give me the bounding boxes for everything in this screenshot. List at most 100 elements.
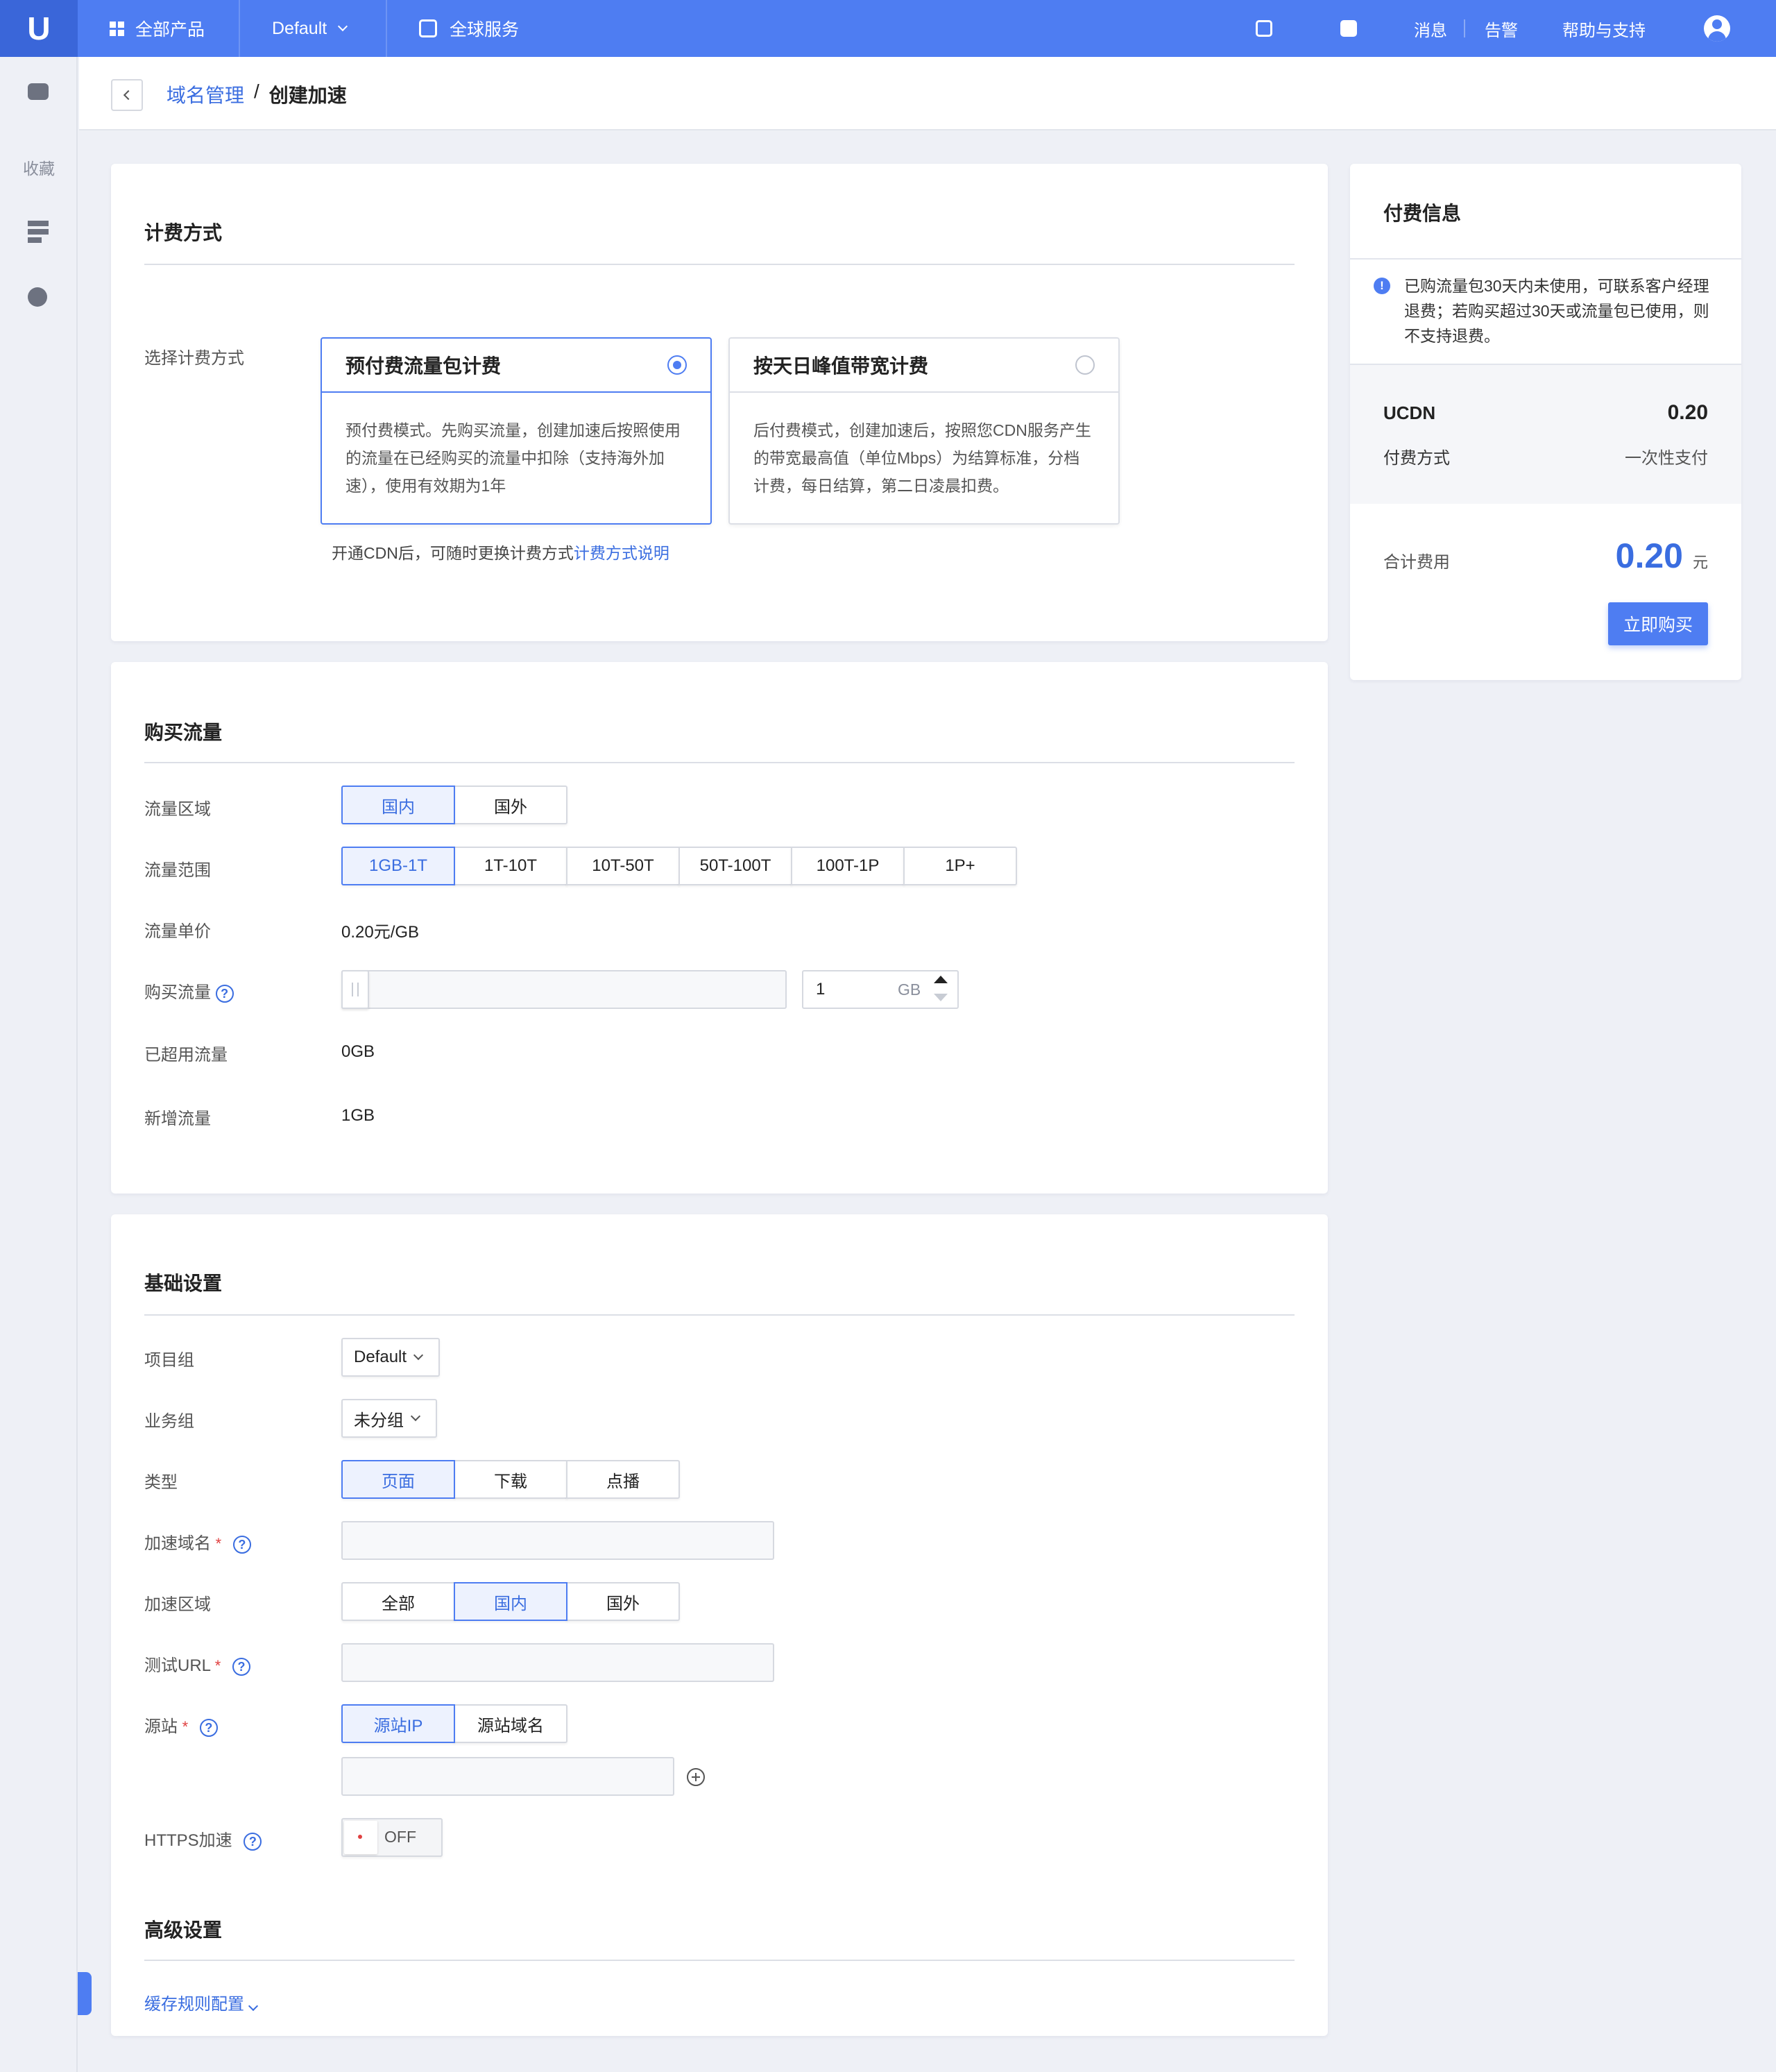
sidebar-collapse-handle[interactable]: [78, 1972, 92, 2015]
area-option[interactable]: 全部: [341, 1582, 455, 1621]
sidebar: 收藏: [0, 57, 78, 2072]
https-toggle[interactable]: OFF: [341, 1818, 443, 1857]
chevron-down-icon: [410, 1411, 421, 1422]
payment-method: 一次性支付: [1625, 449, 1708, 468]
help-icon[interactable]: ?: [244, 1832, 262, 1851]
info-icon: !: [1374, 278, 1390, 294]
traffic-amount-value: 1: [816, 980, 826, 999]
type-option[interactable]: 页面: [341, 1460, 455, 1499]
search-button[interactable]: [1256, 0, 1272, 57]
traffic-amount-stepper[interactable]: 1 GB: [802, 970, 959, 1009]
help-icon[interactable]: ?: [215, 984, 234, 1003]
basic-settings-title: 基础设置: [144, 1273, 223, 1294]
https-state: OFF: [384, 1828, 416, 1846]
range-option[interactable]: 1P+: [903, 847, 1017, 885]
region-domestic[interactable]: 国内: [341, 786, 455, 824]
type-option[interactable]: 点播: [566, 1460, 680, 1499]
origin-label: 源站 * ?: [144, 1713, 218, 1737]
refund-notice: ! 已购流量包30天内未使用，可联系客户经理退费；若购买超过30天或流量包已使用…: [1350, 260, 1741, 364]
breadcrumb: 域名管理 / 创建加速: [166, 80, 347, 108]
alerts-link[interactable]: 告警: [1485, 0, 1518, 57]
product-price: 0.20: [1667, 401, 1708, 424]
billing-card: 计费方式 选择计费方式 预付费流量包计费 预付费模式。先购买流量，创建加速后按照…: [111, 164, 1328, 641]
add-circle-icon[interactable]: [687, 1768, 705, 1786]
help-icon[interactable]: ?: [232, 1535, 251, 1554]
search-icon: [1256, 20, 1272, 37]
project-group-select[interactable]: Default: [341, 1338, 440, 1377]
type-selector: 页面 下载 点播: [341, 1460, 680, 1499]
caret-up-icon[interactable]: [934, 976, 948, 983]
overused-traffic: 0GB: [341, 1042, 375, 1061]
accel-area-selector: 全部 国内 国外: [341, 1582, 680, 1621]
billing-note: 开通CDN后，可随时更换计费方式计费方式说明: [332, 544, 669, 562]
caret-down-icon[interactable]: [934, 994, 948, 1001]
area-option[interactable]: 国内: [454, 1582, 567, 1621]
chevron-down-icon: [338, 21, 348, 32]
chevron-left-icon: [123, 90, 134, 101]
type-option[interactable]: 下载: [454, 1460, 567, 1499]
product-name: UCDN: [1383, 402, 1436, 423]
grid-icon: [110, 21, 124, 36]
billing-method-label: 选择计费方式: [144, 349, 244, 368]
basic-settings-card: 基础设置 项目组 Default 业务组 未分组 类型 页面 下载 点播 加速域…: [111, 1214, 1328, 2036]
added-traffic: 1GB: [341, 1106, 375, 1125]
breadcrumb-bar: 域名管理 / 创建加速: [79, 57, 1776, 130]
origin-type-selector: 源站IP 源站域名: [341, 1704, 567, 1743]
favorites-label[interactable]: 收藏: [0, 155, 78, 179]
domain-input[interactable]: [341, 1521, 774, 1560]
origin-option[interactable]: 源站域名: [454, 1704, 567, 1743]
test-url-label: 测试URL * ?: [144, 1651, 251, 1676]
payment-title: 付费信息: [1383, 203, 1462, 224]
back-button[interactable]: [111, 79, 143, 111]
chevron-down-icon: [248, 2001, 259, 2012]
total-price: 0.20 元: [1615, 536, 1708, 575]
radio-daily-peak[interactable]: [1075, 355, 1095, 375]
toggle-knob: [344, 1821, 377, 1854]
origin-option[interactable]: 源站IP: [341, 1704, 455, 1743]
plan-daily-peak[interactable]: 按天日峰值带宽计费 后付费模式，创建加速后，按照您CDN服务产生的带宽最高值（单…: [728, 337, 1120, 525]
logo[interactable]: U: [0, 0, 78, 57]
test-url-input[interactable]: [341, 1643, 774, 1682]
traffic-range-selector: 1GB-1T 1T-10T 10T-50T 50T-100T 100T-1P 1…: [341, 847, 1017, 885]
console-button[interactable]: [1340, 0, 1357, 57]
all-products-label: 全部产品: [135, 20, 205, 40]
payment-panel: 付费信息 ! 已购流量包30天内未使用，可联系客户经理退费；若购买超过30天或流…: [1350, 164, 1741, 680]
range-option[interactable]: 100T-1P: [791, 847, 905, 885]
buy-now-button[interactable]: 立即购买: [1608, 602, 1708, 645]
billing-explain-link[interactable]: 计费方式说明: [574, 544, 669, 562]
global-service-menu[interactable]: 全球服务: [419, 0, 519, 57]
billing-title: 计费方式: [144, 222, 223, 244]
messages-link[interactable]: 消息: [1414, 0, 1447, 57]
all-products-menu[interactable]: 全部产品: [110, 0, 205, 57]
region-overseas[interactable]: 国外: [454, 786, 567, 824]
range-option[interactable]: 1GB-1T: [341, 847, 455, 885]
top-nav-bar: U 全部产品 Default 全球服务 消息 告警 帮助与支持: [0, 0, 1776, 57]
domain-label: 加速域名 * ?: [144, 1529, 251, 1554]
range-option[interactable]: 50T-100T: [678, 847, 792, 885]
origin-ip-input[interactable]: [341, 1757, 674, 1796]
user-avatar-icon[interactable]: [1704, 15, 1730, 42]
range-option[interactable]: 10T-50T: [566, 847, 680, 885]
help-link[interactable]: 帮助与支持: [1562, 0, 1646, 57]
business-group-select[interactable]: 未分组: [341, 1399, 437, 1438]
traffic-region-selector: 国内 国外: [341, 786, 567, 824]
message-icon[interactable]: [28, 83, 50, 103]
global-service-label: 全球服务: [450, 20, 520, 40]
network-icon[interactable]: [28, 287, 50, 307]
project-selector[interactable]: Default: [272, 0, 348, 57]
https-label: HTTPS加速 ?: [144, 1826, 262, 1851]
chevron-down-icon: [413, 1350, 424, 1361]
cache-rules-toggle[interactable]: 缓存规则配置: [144, 1990, 259, 2014]
slider-handle[interactable]: [341, 970, 369, 1009]
traffic-amount-unit: GB: [898, 980, 921, 999]
range-option[interactable]: 1T-10T: [454, 847, 567, 885]
server-icon[interactable]: [28, 221, 50, 243]
area-option[interactable]: 国外: [566, 1582, 680, 1621]
advanced-settings-title: 高级设置: [144, 1919, 223, 1941]
traffic-slider[interactable]: [341, 970, 787, 1009]
plan-prepaid[interactable]: 预付费流量包计费 预付费模式。先购买流量，创建加速后按照使用的流量在已经购买的流…: [321, 337, 712, 525]
help-icon[interactable]: ?: [199, 1718, 218, 1737]
help-icon[interactable]: ?: [232, 1657, 251, 1676]
radio-prepaid[interactable]: [667, 355, 687, 375]
breadcrumb-domain-manage[interactable]: 域名管理: [166, 80, 244, 108]
